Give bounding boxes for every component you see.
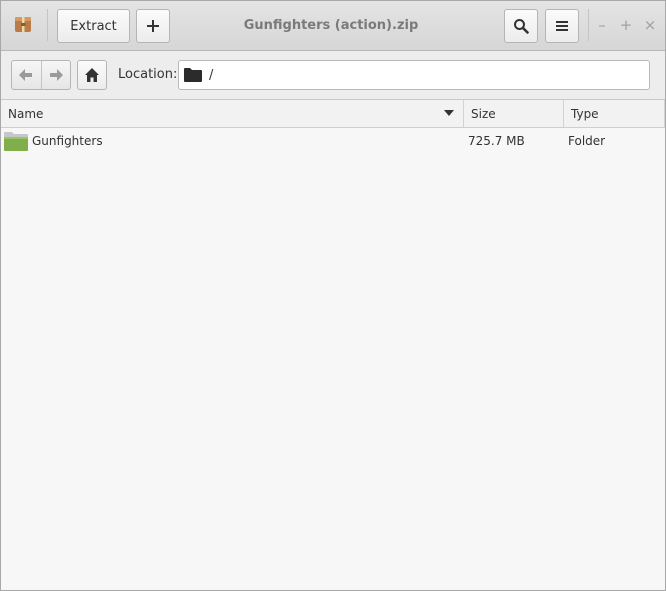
search-button[interactable] [504, 9, 538, 43]
column-name-label: Name [8, 106, 44, 121]
extract-button[interactable]: Extract [57, 9, 130, 43]
menu-button[interactable] [545, 9, 579, 43]
arrow-left-icon [19, 69, 33, 81]
close-button[interactable]: × [640, 15, 660, 35]
minimize-button[interactable]: – [592, 15, 612, 35]
location-label: Location: [118, 67, 178, 82]
archive-app-icon [9, 10, 37, 38]
maximize-button[interactable]: + [616, 15, 636, 35]
column-type[interactable]: Type [564, 100, 665, 127]
navigation-buttons [11, 60, 71, 90]
arrow-right-icon [49, 69, 63, 81]
location-path: / [209, 67, 214, 83]
list-item[interactable]: Gunfighters 725.7 MB Folder [1, 128, 665, 154]
column-size[interactable]: Size [464, 100, 564, 127]
folder-icon [184, 68, 202, 82]
add-files-button[interactable] [136, 9, 170, 43]
file-size: 725.7 MB [468, 134, 525, 148]
column-header: Name Size Type [1, 100, 665, 128]
column-size-label: Size [471, 106, 496, 121]
sort-down-icon [444, 110, 454, 116]
file-type: Folder [568, 134, 606, 148]
hamburger-menu-icon [556, 21, 568, 31]
back-button[interactable] [12, 61, 41, 89]
window-title: Gunfighters (action).zip [243, 18, 419, 33]
plus-icon [147, 20, 159, 32]
archive-manager-window: Extract Gunfighters (action).zip – + × L… [0, 0, 666, 591]
file-name: Gunfighters [32, 134, 103, 148]
folder-green-icon [4, 131, 28, 154]
home-button[interactable] [77, 60, 107, 90]
column-type-label: Type [571, 106, 599, 121]
header-separator [588, 9, 589, 41]
location-field[interactable]: / [178, 60, 650, 90]
column-name[interactable]: Name [1, 100, 464, 127]
forward-button[interactable] [40, 61, 71, 89]
file-list: Gunfighters 725.7 MB Folder [1, 128, 665, 590]
header-separator [47, 9, 48, 41]
home-icon [85, 68, 99, 82]
search-icon [514, 19, 529, 34]
header-bar: Extract Gunfighters (action).zip – + × [1, 1, 665, 51]
location-toolbar: Location: / [1, 51, 665, 100]
